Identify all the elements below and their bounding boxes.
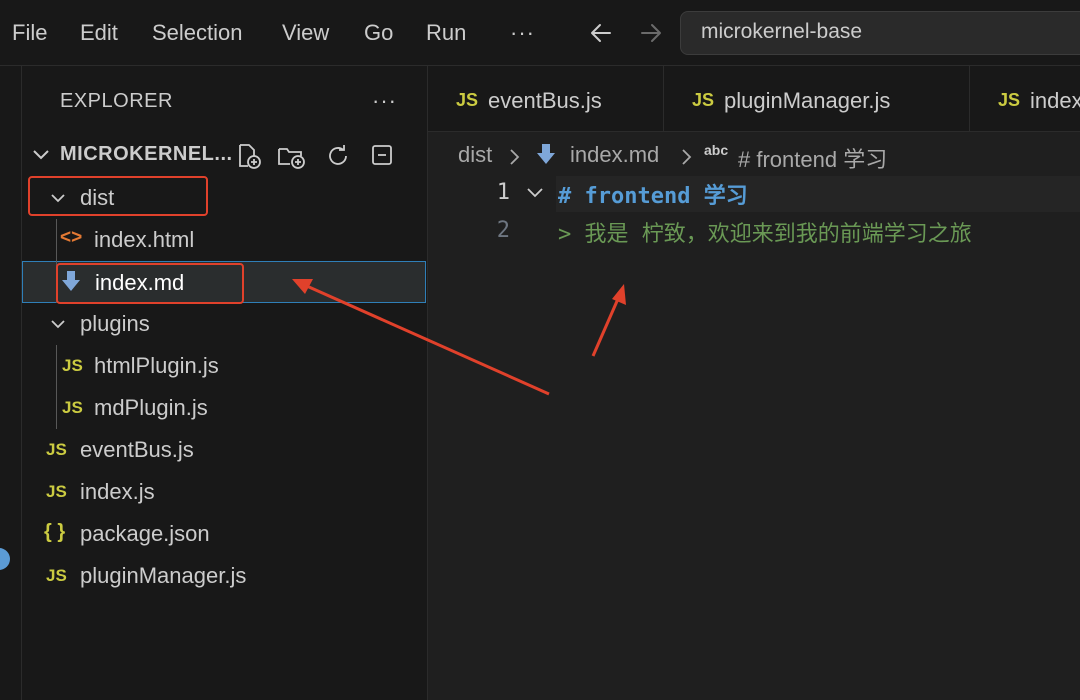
workspace-name: microkernel-base [701, 20, 863, 43]
heading-text: frontend 学习 [584, 184, 748, 209]
html-file-icon: <> [60, 227, 83, 248]
line-number: 1 [496, 180, 510, 205]
tree-file-package-json[interactable]: { } package.json [22, 513, 426, 555]
menu-edit[interactable]: Edit [80, 18, 118, 48]
tree-label: package.json [80, 521, 210, 546]
workspace-title: MICROKERNEL... [60, 143, 233, 165]
indent-guide [56, 345, 57, 429]
menu-run[interactable]: Run [426, 18, 466, 48]
js-file-icon: JS [62, 398, 83, 417]
new-folder-icon[interactable] [277, 142, 305, 170]
tab-eventbus-js[interactable]: JS eventBus.js [428, 66, 664, 131]
chevron-down-icon [33, 150, 49, 160]
tree-file-index-js[interactable]: JS index.js [22, 471, 426, 513]
chevron-right-icon [682, 149, 692, 165]
js-file-icon: JS [456, 90, 479, 110]
tree-file-pluginmanager-js[interactable]: JS pluginManager.js [22, 555, 426, 597]
tree-label: plugins [80, 311, 150, 336]
markdown-file-icon [537, 144, 555, 164]
accounts-badge-icon[interactable] [0, 548, 10, 570]
tree-label: mdPlugin.js [94, 395, 208, 420]
editor-pane: dist index.md abc # frontend 学习 1 # fron… [428, 132, 1080, 700]
heading-marker: # [558, 184, 572, 209]
tree-label: index.js [80, 479, 155, 504]
editor-tabs: JS eventBus.js JS pluginManager.js JS in… [428, 66, 1080, 132]
menu-more-button[interactable]: ··· [510, 18, 535, 48]
tree-label: index.html [94, 227, 195, 252]
js-file-icon: JS [62, 356, 83, 375]
annotation-box-index-md [56, 263, 244, 304]
chevron-down-icon [51, 320, 65, 329]
explorer-title: EXPLORER [60, 90, 173, 112]
tree-label: eventBus.js [80, 437, 194, 462]
menu-selection[interactable]: Selection [152, 18, 243, 48]
js-file-icon: JS [46, 440, 67, 459]
breadcrumb-symbol[interactable]: # frontend 学习 [738, 142, 887, 174]
back-arrow-icon[interactable] [588, 20, 614, 46]
js-file-icon: JS [46, 482, 67, 501]
explorer-more-button[interactable]: ··· [372, 88, 397, 114]
command-center-search[interactable]: microkernel-base [680, 11, 1080, 55]
tab-pluginmanager-js[interactable]: JS pluginManager.js [664, 66, 970, 131]
annotation-box-dist [28, 176, 208, 216]
blockquote-marker: > [558, 222, 572, 247]
line-number: 2 [496, 218, 510, 243]
collapse-all-icon[interactable] [369, 142, 397, 170]
activity-bar [0, 66, 22, 700]
tree-folder-plugins[interactable]: plugins [22, 303, 426, 345]
title-bar: File Edit Selection View Go Run ··· micr… [0, 0, 1080, 66]
tree-label: pluginManager.js [80, 563, 247, 588]
code-line-2[interactable]: > 我是 柠致，欢迎来到我的前端学习之旅 [558, 216, 972, 248]
fold-chevron-icon[interactable] [526, 186, 544, 200]
breadcrumb-folder[interactable]: dist [458, 142, 492, 168]
tree-file-index-html[interactable]: <> index.html [22, 219, 426, 261]
tab-index-js[interactable]: JS index.js [970, 66, 1080, 131]
explorer-sidebar: EXPLORER ··· MICROKERNEL... dist <> inde… [22, 66, 428, 700]
code-line-1[interactable]: # frontend 学习 [558, 178, 748, 210]
tree-label: htmlPlugin.js [94, 353, 219, 378]
menu-go[interactable]: Go [364, 18, 393, 48]
workspace-section-header[interactable]: MICROKERNEL... [22, 136, 426, 174]
js-file-icon: JS [46, 566, 67, 585]
js-file-icon: JS [998, 90, 1021, 110]
refresh-icon[interactable] [324, 142, 352, 170]
new-file-icon[interactable] [234, 142, 262, 170]
tree-file-eventbus-js[interactable]: JS eventBus.js [22, 429, 426, 471]
tree-file-mdplugin-js[interactable]: JS mdPlugin.js [22, 387, 426, 429]
forward-arrow-icon[interactable] [638, 20, 664, 46]
blockquote-text: 我是 柠致，欢迎来到我的前端学习之旅 [584, 222, 972, 247]
breadcrumb-file[interactable]: index.md [570, 142, 659, 168]
tab-label: index.js [1030, 88, 1080, 113]
js-file-icon: JS [692, 90, 715, 110]
chevron-right-icon [510, 149, 520, 165]
tab-label: pluginManager.js [724, 88, 891, 113]
string-symbol-icon: abc [704, 142, 729, 158]
tab-label: eventBus.js [488, 88, 602, 113]
menu-file[interactable]: File [12, 18, 47, 48]
json-file-icon: { } [44, 521, 66, 543]
tree-file-htmlplugin-js[interactable]: JS htmlPlugin.js [22, 345, 426, 387]
menu-view[interactable]: View [282, 18, 329, 48]
